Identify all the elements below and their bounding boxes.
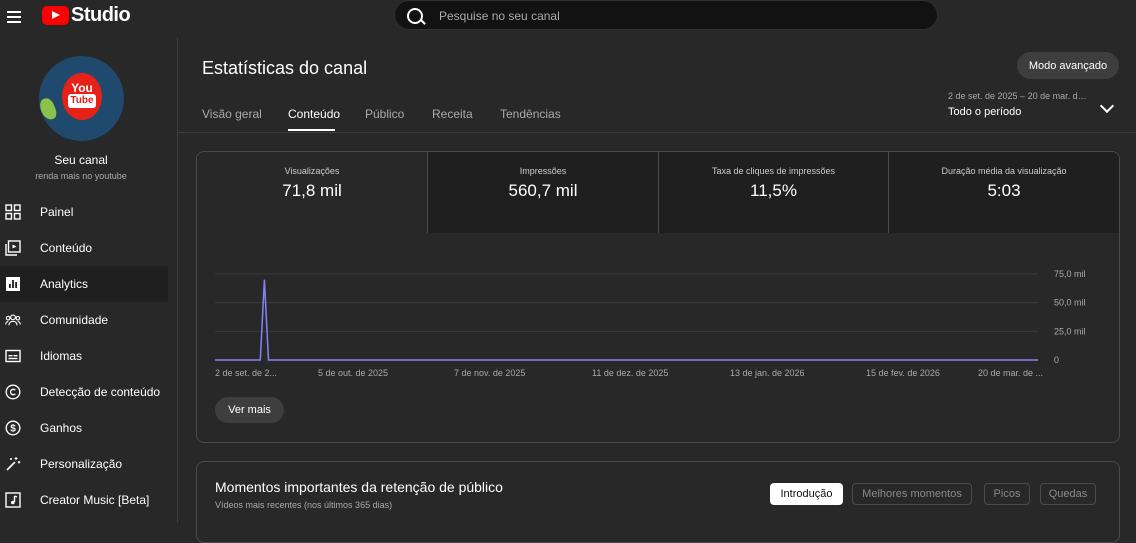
- top-bar: Studio: [0, 0, 1136, 38]
- page-title: Estatísticas do canal: [202, 58, 368, 78]
- metric-value: 11,5%: [750, 181, 797, 200]
- advanced-mode-button[interactable]: Modo avançado: [1017, 52, 1119, 79]
- tab-conteudo[interactable]: Conteúdo: [288, 107, 340, 121]
- subtitles-icon: [5, 348, 21, 364]
- sidebar-item-conteudo[interactable]: Conteúdo: [0, 230, 168, 266]
- y-tick-label: 25,0 mil: [1054, 326, 1086, 336]
- retention-title: Momentos importantes da retenção de públ…: [215, 479, 503, 495]
- metric-label: Visualizações: [284, 166, 340, 176]
- x-tick-label: 2 de set. de 2...: [215, 368, 277, 378]
- music-icon: [5, 492, 21, 508]
- chip-melhores-momentos[interactable]: Melhores momentos: [852, 483, 972, 505]
- sidebar-item-painel[interactable]: Painel: [0, 194, 168, 230]
- tab-tendencias[interactable]: Tendências: [500, 107, 561, 121]
- sidebar-item-label: Comunidade: [40, 313, 109, 327]
- date-range[interactable]: 2 de set. de 2025 – 20 de mar. de 2026: [948, 91, 1088, 101]
- main-content: Estatísticas do canal Modo avançado Visã…: [178, 38, 1136, 543]
- see-more-button[interactable]: Ver mais: [215, 397, 284, 423]
- x-tick-label: 7 de nov. de 2025: [454, 368, 525, 378]
- sidebar: You Tube Seu canal renda mais no youtube…: [0, 38, 178, 523]
- copyright-icon: [5, 384, 21, 400]
- retention-card: Momentos importantes da retenção de públ…: [196, 461, 1120, 543]
- channel-avatar[interactable]: You Tube: [39, 56, 124, 141]
- avatar-leaf: [39, 96, 59, 122]
- active-tab-indicator: [288, 129, 335, 131]
- sidebar-item-analytics[interactable]: Analytics: [0, 266, 168, 302]
- metric-impressions[interactable]: Impressões 560,7 mil: [428, 152, 659, 233]
- metric-label: Impressões: [519, 166, 567, 176]
- metric-views[interactable]: Visualizações 71,8 mil: [197, 152, 428, 233]
- sidebar-item-ganhos[interactable]: $ Ganhos: [0, 410, 168, 446]
- dashboard-icon: [5, 204, 21, 220]
- series-line: [215, 279, 1038, 361]
- y-tick-label: 50,0 mil: [1054, 298, 1086, 308]
- metric-label: Taxa de cliques de impressões: [711, 166, 836, 176]
- y-tick-label: 75,0 mil: [1054, 269, 1086, 279]
- metric-avg-duration[interactable]: Duração média da visualização 5:03: [889, 152, 1119, 233]
- metric-label: Duração média da visualização: [941, 166, 1067, 176]
- analytics-icon: [5, 276, 21, 292]
- sidebar-item-label: Ganhos: [40, 421, 83, 435]
- youtube-logo-icon: [42, 5, 69, 25]
- earn-icon: $: [5, 420, 21, 436]
- sidebar-item-label: Idiomas: [40, 349, 83, 363]
- community-icon: [5, 312, 21, 328]
- x-tick-label: 11 de dez. de 2025: [592, 368, 668, 378]
- search-input[interactable]: [437, 5, 921, 27]
- sidebar-item-personalizacao[interactable]: Personalização: [0, 446, 168, 482]
- metric-value: 5:03: [987, 181, 1021, 200]
- sidebar-item-label: Personalização: [40, 457, 123, 471]
- retention-subtitle: Vídeos mais recentes (nos últimos 365 di…: [215, 500, 393, 510]
- sidebar-item-deteccao[interactable]: Detecção de conteúdo: [0, 374, 168, 410]
- studio-logo[interactable]: Studio: [42, 3, 131, 26]
- sidebar-item-label: Conteúdo: [40, 241, 93, 255]
- sidebar-item-label: Analytics: [40, 277, 89, 291]
- chevron-down-icon[interactable]: [1099, 98, 1115, 114]
- sidebar-item-comunidade[interactable]: Comunidade: [0, 302, 168, 338]
- x-tick-label: 20 de mar. de ...: [978, 368, 1043, 378]
- channel-name: Seu canal: [54, 153, 108, 167]
- x-tick-label: 5 de out. de 2025: [318, 368, 388, 378]
- sidebar-item-label: Creator Music [Beta]: [40, 493, 150, 507]
- tab-visao-geral[interactable]: Visão geral: [202, 107, 262, 121]
- content-icon: [5, 240, 21, 256]
- x-tick-label: 13 de jan. de 2026: [730, 368, 805, 378]
- hamburger-menu-icon[interactable]: [7, 9, 21, 23]
- views-line-chart: 75,0 mil 50,0 mil 25,0 mil 0 2 de set. de 2.…: [215, 269, 1086, 378]
- sidebar-item-idiomas[interactable]: Idiomas: [0, 338, 168, 374]
- sidebar-item-label: Painel: [40, 205, 74, 219]
- chip-introducao[interactable]: Introdução: [770, 483, 843, 505]
- svg-text:$: $: [10, 424, 16, 435]
- metric-value: 560,7 mil: [508, 181, 578, 200]
- logo-text: Studio: [71, 3, 131, 26]
- y-tick-label: 0: [1054, 355, 1059, 365]
- metrics-card: Visualizações 71,8 mil Impressões 560,7 …: [196, 151, 1120, 443]
- tab-receita[interactable]: Receita: [432, 107, 473, 121]
- tabs-divider: [178, 132, 1136, 133]
- avatar-youtube-badge: You Tube: [62, 73, 102, 120]
- metric-ctr[interactable]: Taxa de cliques de impressões 11,5%: [659, 152, 889, 233]
- customization-icon: [5, 456, 21, 472]
- tab-publico[interactable]: Público: [365, 107, 404, 121]
- search-bar[interactable]: [394, 0, 938, 30]
- x-tick-label: 15 de fev. de 2026: [866, 368, 940, 378]
- sidebar-item-label: Detecção de conteúdo: [40, 385, 161, 399]
- channel-subtitle: renda mais no youtube: [35, 171, 127, 181]
- chip-quedas[interactable]: Quedas: [1040, 483, 1096, 505]
- metric-value: 71,8 mil: [282, 181, 342, 200]
- period-selector[interactable]: Todo o período: [948, 106, 1021, 118]
- sidebar-item-creator-music[interactable]: Creator Music [Beta]: [0, 482, 168, 518]
- chip-picos[interactable]: Picos: [984, 483, 1030, 505]
- search-icon[interactable]: [407, 8, 423, 24]
